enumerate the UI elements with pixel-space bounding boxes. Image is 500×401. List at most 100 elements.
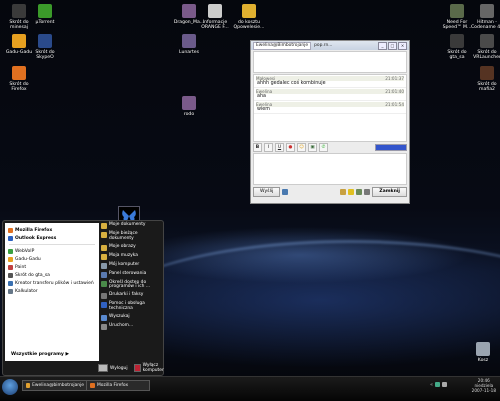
place-label: Uruchom... (109, 322, 134, 328)
power-icon (133, 364, 141, 372)
italic-button[interactable]: I (264, 143, 273, 152)
skrot-do-mafia2-icon (480, 66, 494, 80)
separator (9, 244, 95, 245)
start-menu-program-item[interactable]: Kalkulator (5, 287, 99, 295)
skrot-do-skypeo-icon (38, 34, 52, 48)
message-text: ahhh gedalec coś kombinuje (257, 81, 326, 86)
start-menu-place-item[interactable]: Drukarki i faksy (101, 292, 161, 300)
place-label: Moje dokumenty (109, 222, 146, 227)
start-menu-place-item[interactable]: Pomoc i obsługa techniczna (101, 301, 161, 312)
emoticon-icon[interactable] (348, 189, 355, 195)
format-toolbar: B I U ● ☺ ▣ ✆ (253, 143, 407, 152)
settings-icon[interactable] (364, 189, 371, 195)
desktop-icon-hitman[interactable]: Hitman - Codename 47 (470, 4, 500, 30)
history-icon[interactable] (282, 189, 289, 195)
desktop-icon-lunartes[interactable]: Lunartes (172, 34, 206, 55)
network-icon[interactable] (435, 382, 441, 387)
tray-arrow-icon[interactable]: « (430, 382, 433, 388)
start-menu-program-item[interactable]: Outlook Express (5, 234, 99, 242)
message-time: 21:01:54 (385, 102, 404, 107)
start-button[interactable] (2, 379, 18, 395)
desktop-icon-label: Skrót do gta_sa (447, 50, 467, 60)
start-menu-program-item[interactable]: Gadu-Gadu (5, 255, 99, 263)
phone-icon[interactable]: ✆ (319, 143, 328, 152)
program-icon (8, 264, 13, 270)
desktop-icon-skrot-do-mafia2[interactable]: Skrót do mafia2 (470, 66, 500, 92)
underline-button[interactable]: U (275, 143, 284, 152)
all-programs-button[interactable]: Wszystkie programy ▶ (11, 352, 69, 357)
message-input[interactable] (253, 153, 407, 185)
desktop-icon-rodo[interactable]: rodo (172, 96, 206, 117)
chat-tab-second[interactable]: pop.rn... (314, 43, 332, 48)
clock[interactable]: 20:46 niedziela 2007-11-18 (472, 378, 496, 393)
clock-date: 2007-11-18 (471, 388, 496, 393)
place-label: Drukarki i faksy (109, 292, 144, 298)
start-menu-place-item[interactable]: Moje bieżące dokumenty (101, 231, 161, 242)
start-menu-place-item[interactable]: Określ dostęp do programów i ich ... (101, 279, 161, 291)
place-icon (101, 223, 107, 229)
place-icon (101, 293, 107, 300)
chat-titlebar[interactable]: Ewelina@Bimbotrojanje pop.rn... _ □ × (251, 41, 409, 50)
kosz-icon (476, 342, 490, 356)
taskbar-button-firefox[interactable]: Mozilla Firefox (86, 380, 150, 391)
place-label: Pomoc i obsługa techniczna (109, 301, 145, 311)
chat-tab-active[interactable]: Ewelina@Bimbotrojanje (253, 41, 312, 50)
color-icon[interactable]: ● (286, 143, 295, 152)
desktop-icon-label: Skrót do Firefox (9, 82, 29, 92)
start-menu-place-item[interactable]: Moja muzyka (101, 252, 161, 260)
program-label: Kreator transferu plików i ustawień (15, 280, 94, 286)
start-menu-place-item[interactable]: Wyszukaj (101, 313, 161, 321)
start-menu-place-item[interactable]: Moje dokumenty (101, 222, 161, 229)
start-menu-place-item[interactable]: Moje obrazy (101, 244, 161, 251)
place-icon (101, 271, 107, 278)
logoff-button[interactable]: Wyloguj (98, 364, 128, 372)
start-menu-program-item[interactable]: Kreator transferu plików i ustawień (5, 279, 99, 287)
place-label: Określ dostęp do programów i ich ... (109, 279, 151, 290)
emoticon-icon[interactable]: ☺ (297, 143, 306, 152)
volume-icon[interactable] (442, 382, 448, 387)
bold-button[interactable]: B (253, 143, 262, 152)
minimize-button[interactable]: _ (378, 41, 387, 50)
desktop-icon-skrot-do-firefox[interactable]: Skrót do Firefox (2, 66, 36, 92)
chat-window[interactable]: Ewelina@Bimbotrojanje pop.rn... _ □ × Ma… (250, 40, 410, 204)
desktop-icon-skrot-do-gta-sa[interactable]: Skrót do gta_sa (440, 34, 474, 60)
send-button[interactable]: Wyślij (253, 187, 281, 197)
shutdown-button[interactable]: Wyłącz komputer (133, 363, 167, 373)
image-icon[interactable]: ▣ (308, 143, 317, 152)
taskbar-button-chat[interactable]: Ewelina@bimbotrojanje (22, 380, 88, 391)
chat-message: Małowesi 21:01:37 ahhh gedalec coś kombin… (254, 75, 406, 88)
start-menu-program-item[interactable]: Paint (5, 263, 99, 271)
close-chat-button[interactable]: Zamknij (372, 187, 407, 197)
start-menu-program-item[interactable]: Skrót do gta_sa (5, 271, 99, 279)
desktop-icon-label: Lunartes (178, 50, 200, 55)
dragon-ma-icon (182, 4, 196, 18)
start-menu-footer: Wyloguj Wyłącz komputer (98, 363, 167, 373)
start-menu-program-item[interactable]: Mozilla Firefox (5, 226, 99, 234)
place-label: Mój komputer (109, 261, 140, 267)
start-menu-place-item[interactable]: Mój komputer (101, 261, 161, 269)
program-icon (8, 256, 13, 262)
close-button[interactable]: × (398, 41, 407, 50)
system-tray-icons: « (430, 382, 448, 388)
desktop-icon-informacje[interactable]: Informacje ORANGE F... (198, 4, 232, 30)
place-label: Moje bieżące dokumenty (109, 231, 138, 241)
maximize-button[interactable]: □ (388, 41, 397, 50)
desktop-icon-utorrent[interactable]: µTorrent (28, 4, 62, 25)
start-menu-place-item[interactable]: Uruchom... (101, 322, 161, 330)
folder-icon[interactable] (340, 189, 347, 195)
message-time: 21:01:40 (385, 89, 404, 94)
place-label: Wyszukaj (109, 313, 130, 319)
chat-history[interactable]: Małowesi 21:01:37 ahhh gedalec coś kombin… (253, 74, 407, 142)
place-label: Moja muzyka (109, 252, 138, 258)
start-menu-program-item[interactable]: WebVoIP (5, 247, 99, 255)
rodo-icon (182, 96, 196, 110)
desktop-icon-skrot-do-vrlauncher[interactable]: Skrót do VRLauncher (470, 34, 500, 60)
contact-icon[interactable] (356, 189, 363, 195)
start-menu-place-item[interactable]: Panel sterowania (101, 271, 161, 278)
desktop-icon-do-kosztu[interactable]: do kosztu Qpowelesie... (232, 4, 266, 30)
place-icon (101, 280, 107, 287)
desktop-icon-skrot-do-skypeo[interactable]: Skrót do SkypeO (28, 34, 62, 60)
desktop-icon-kosz[interactable]: Kosz (466, 342, 500, 363)
desktop-icon-need-for-speed[interactable]: Need For Speed™ M... (440, 4, 474, 30)
program-label: Skrót do gta_sa (15, 272, 50, 278)
